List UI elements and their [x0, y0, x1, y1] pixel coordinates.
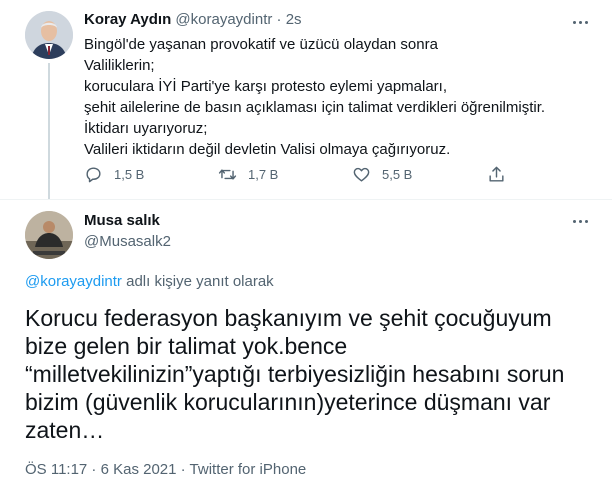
tweet-line: koruculara İYİ Parti'ye karşı protesto e… — [84, 78, 448, 95]
reply-mention-link[interactable]: @korayaydintr — [25, 273, 122, 290]
more-icon[interactable] — [571, 12, 591, 32]
tweet-meta[interactable]: ÖS 11:17 · 6 Kas 2021 · Twitter for iPho… — [25, 460, 306, 480]
author-name[interactable]: Musa salık — [84, 211, 160, 231]
tweet-line: Valileri iktidarın değil devletin Valisi… — [84, 141, 451, 158]
reply-button[interactable]: 1,5 B — [84, 162, 144, 186]
tweet-line: “milletvekilinizin”yaptığı terbiyesizliğ… — [25, 361, 565, 387]
separator: · — [276, 11, 282, 28]
tweet1-text: Bingöl'de yaşanan provokatif ve üzücü ol… — [84, 34, 594, 160]
tweet-time[interactable]: 2s — [286, 11, 302, 28]
tweet1-header: Koray Aydın @korayaydintr · 2s — [84, 10, 302, 30]
tweet2-text: Korucu federasyon başkanıyım ve şehit ço… — [25, 304, 605, 444]
tweet-line: İktidarı uyarıyoruz; — [84, 120, 208, 137]
tweet1-actions: 1,5 B 1,7 B 5,5 B — [84, 162, 524, 186]
divider — [0, 199, 612, 200]
tweet-line: Valiliklerin; — [84, 57, 155, 74]
retweet-icon — [218, 168, 237, 180]
avatar-image — [25, 11, 73, 59]
tweet-original[interactable]: Koray Aydın @korayaydintr · 2s Bingöl'de… — [0, 0, 612, 199]
avatar-image — [25, 211, 73, 259]
author-handle[interactable]: @korayaydintr — [175, 11, 272, 28]
tweet-line: bize gelen bir talimat yok.bence — [25, 333, 348, 359]
like-count: 5,5 B — [382, 166, 413, 182]
tweet-line: zaten… — [25, 417, 105, 443]
author-handle[interactable]: @Musasalk2 — [84, 232, 171, 252]
retweet-count: 1,7 B — [248, 166, 279, 182]
reply-context-label: adlı kişiye yanıt olarak — [121, 273, 274, 290]
tweet-line: bizim (güvenlik korucularının)yeterince … — [25, 389, 551, 415]
reply-icon — [86, 166, 101, 182]
tweet-line: Bingöl'de yaşanan provokatif ve üzücü ol… — [84, 36, 438, 53]
share-button[interactable] — [487, 162, 517, 186]
like-icon — [353, 167, 370, 182]
avatar-musa[interactable] — [25, 211, 73, 259]
reply-context: @korayaydintr adlı kişiye yanıt olarak — [25, 272, 274, 292]
tweet-line: Korucu federasyon başkanıyım ve şehit ço… — [25, 305, 552, 331]
retweet-button[interactable]: 1,7 B — [218, 162, 278, 186]
share-icon — [489, 166, 504, 182]
reply-count: 1,5 B — [114, 166, 145, 182]
author-name[interactable]: Koray Aydın — [84, 11, 171, 28]
avatar-koray[interactable] — [25, 11, 73, 59]
thread-line — [48, 63, 50, 199]
tweet-line: şehit ailelerine de basın açıklaması içi… — [84, 99, 546, 116]
like-button[interactable]: 5,5 B — [352, 162, 412, 186]
more-icon[interactable] — [571, 211, 591, 231]
